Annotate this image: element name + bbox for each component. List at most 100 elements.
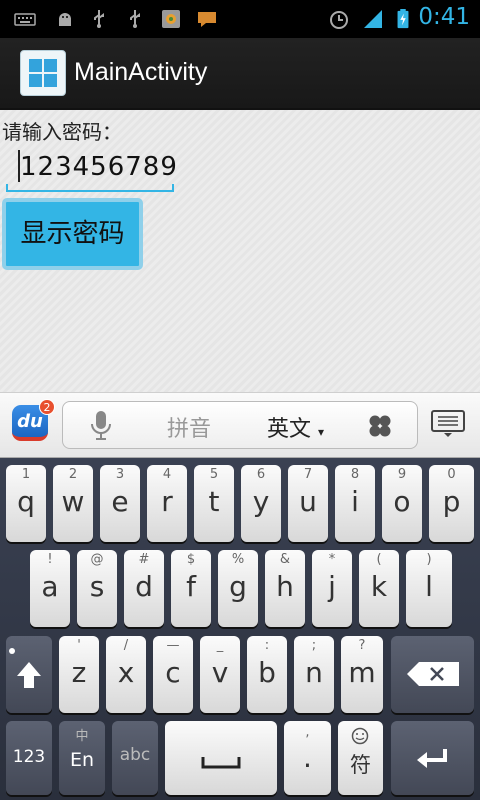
pinyin-mode-tab[interactable]: 拼音 [167, 411, 211, 443]
key-u[interactable]: 7u [288, 465, 328, 542]
key-n[interactable]: ; n [294, 636, 334, 713]
period-key[interactable]: , . [284, 721, 331, 795]
key-hint: # [138, 552, 150, 567]
shift-key[interactable] [6, 636, 52, 713]
enter-key[interactable] [391, 721, 474, 795]
key-hint: ! [47, 552, 53, 567]
key-label: s [89, 570, 105, 603]
space-bar-icon [201, 757, 241, 769]
key-a[interactable]: ! a [30, 550, 70, 627]
key-k[interactable]: (k [359, 550, 399, 627]
key-z[interactable]: ' z [59, 636, 99, 713]
key-hint: — [166, 638, 180, 653]
key-q[interactable]: 1q [6, 465, 46, 542]
key-label: h [276, 570, 294, 603]
key-e[interactable]: 3e [100, 465, 140, 542]
key-hint: 9 [397, 467, 407, 482]
key-f[interactable]: $ f [171, 550, 211, 627]
clock: 0:41 [418, 4, 470, 30]
key-m[interactable]: ? m [341, 636, 383, 713]
key-label: f [186, 570, 196, 603]
language-switch-hint: 中 [75, 729, 89, 744]
key-label: o [393, 485, 411, 518]
ime-mode-panel: 拼音 英文 ▾ [62, 401, 418, 449]
key-hint: 4 [162, 467, 172, 482]
key-x[interactable]: / x [106, 636, 146, 713]
usb-icon [130, 10, 140, 28]
space-key[interactable] [165, 721, 277, 795]
key-label: u [299, 485, 317, 518]
key-o[interactable]: 9o [382, 465, 422, 542]
key-hint: 0 [447, 467, 456, 482]
app-launcher-icon [20, 50, 66, 96]
symbol-key[interactable]: 符 [338, 721, 383, 795]
key-j[interactable]: * j [312, 550, 352, 627]
english-mode-tab[interactable]: 英文 ▾ [267, 411, 324, 443]
key-p[interactable]: 0p [429, 465, 474, 542]
period-key-hint: , [305, 725, 310, 740]
shift-indicator-dot [9, 648, 15, 654]
key-label: g [229, 570, 247, 603]
key-y[interactable]: 6y [241, 465, 281, 542]
status-bar: 0:41 [0, 0, 480, 38]
key-hint: & [279, 552, 291, 567]
keyboard-icon [14, 13, 36, 26]
key-hint: * [328, 552, 336, 567]
show-password-button[interactable]: 显示密码 [2, 198, 143, 270]
key-label: x [117, 656, 135, 689]
key-v[interactable]: _ v [200, 636, 240, 713]
key-hint: 3 [115, 467, 125, 482]
key-label: d [135, 570, 153, 603]
key-hint: 7 [303, 467, 313, 482]
backspace-key[interactable] [391, 636, 474, 713]
chevron-down-icon: ▾ [318, 425, 325, 439]
key-hint: 1 [21, 467, 31, 482]
input-tick-right [172, 184, 174, 192]
key-label: l [425, 570, 433, 603]
emoticon-icon [351, 727, 369, 745]
key-d[interactable]: # d [124, 550, 164, 627]
key-r[interactable]: 4r [147, 465, 187, 542]
soft-keyboard: 1q 2w 3e 4r 5t 6y 7u 8i 9o 0p ! a @ s # d $… [0, 458, 480, 800]
key-label: j [328, 570, 336, 603]
input-tick-left [6, 184, 8, 192]
key-label: z [71, 656, 87, 689]
key-g[interactable]: % g [218, 550, 258, 627]
key-h[interactable]: & h [265, 550, 305, 627]
keyboard-hide-icon[interactable] [430, 409, 466, 439]
key-w[interactable]: 2w [53, 465, 93, 542]
input-underline [6, 190, 174, 192]
key-label: b [258, 656, 276, 689]
key-i[interactable]: 8i [335, 465, 375, 542]
key-label: c [165, 656, 181, 689]
number-mode-key[interactable]: 123 [6, 721, 52, 795]
key-hint: / [123, 638, 129, 653]
abc-key[interactable]: abc [112, 721, 158, 795]
signal-icon [364, 10, 382, 28]
key-s[interactable]: @ s [77, 550, 117, 627]
key-label: t [208, 485, 220, 518]
key-hint: : [264, 638, 270, 653]
key-c[interactable]: — c [153, 636, 193, 713]
key-label: i [351, 485, 359, 518]
language-switch-label: En [69, 749, 95, 771]
key-l[interactable]: ) l [406, 550, 452, 627]
key-label: n [305, 656, 323, 689]
password-input[interactable]: 123456789 [6, 146, 177, 192]
clover-menu-icon[interactable] [367, 413, 393, 439]
action-bar: MainActivity [0, 38, 480, 110]
abc-label: abc [119, 745, 151, 765]
key-b[interactable]: :b [247, 636, 287, 713]
key-hint: 8 [350, 467, 360, 482]
key-hint: ? [358, 638, 366, 653]
microphone-icon[interactable] [89, 410, 113, 442]
android-debug-icon [59, 13, 71, 26]
key-hint: ( [376, 552, 382, 567]
notification-badge: 2 [39, 399, 55, 415]
key-label: q [17, 485, 35, 518]
show-password-button-label: 显示密码 [20, 219, 125, 249]
key-label: r [161, 485, 173, 518]
key-t[interactable]: 5t [194, 465, 234, 542]
key-hint: % [231, 552, 245, 567]
language-switch-key[interactable]: 中 En [59, 721, 105, 795]
